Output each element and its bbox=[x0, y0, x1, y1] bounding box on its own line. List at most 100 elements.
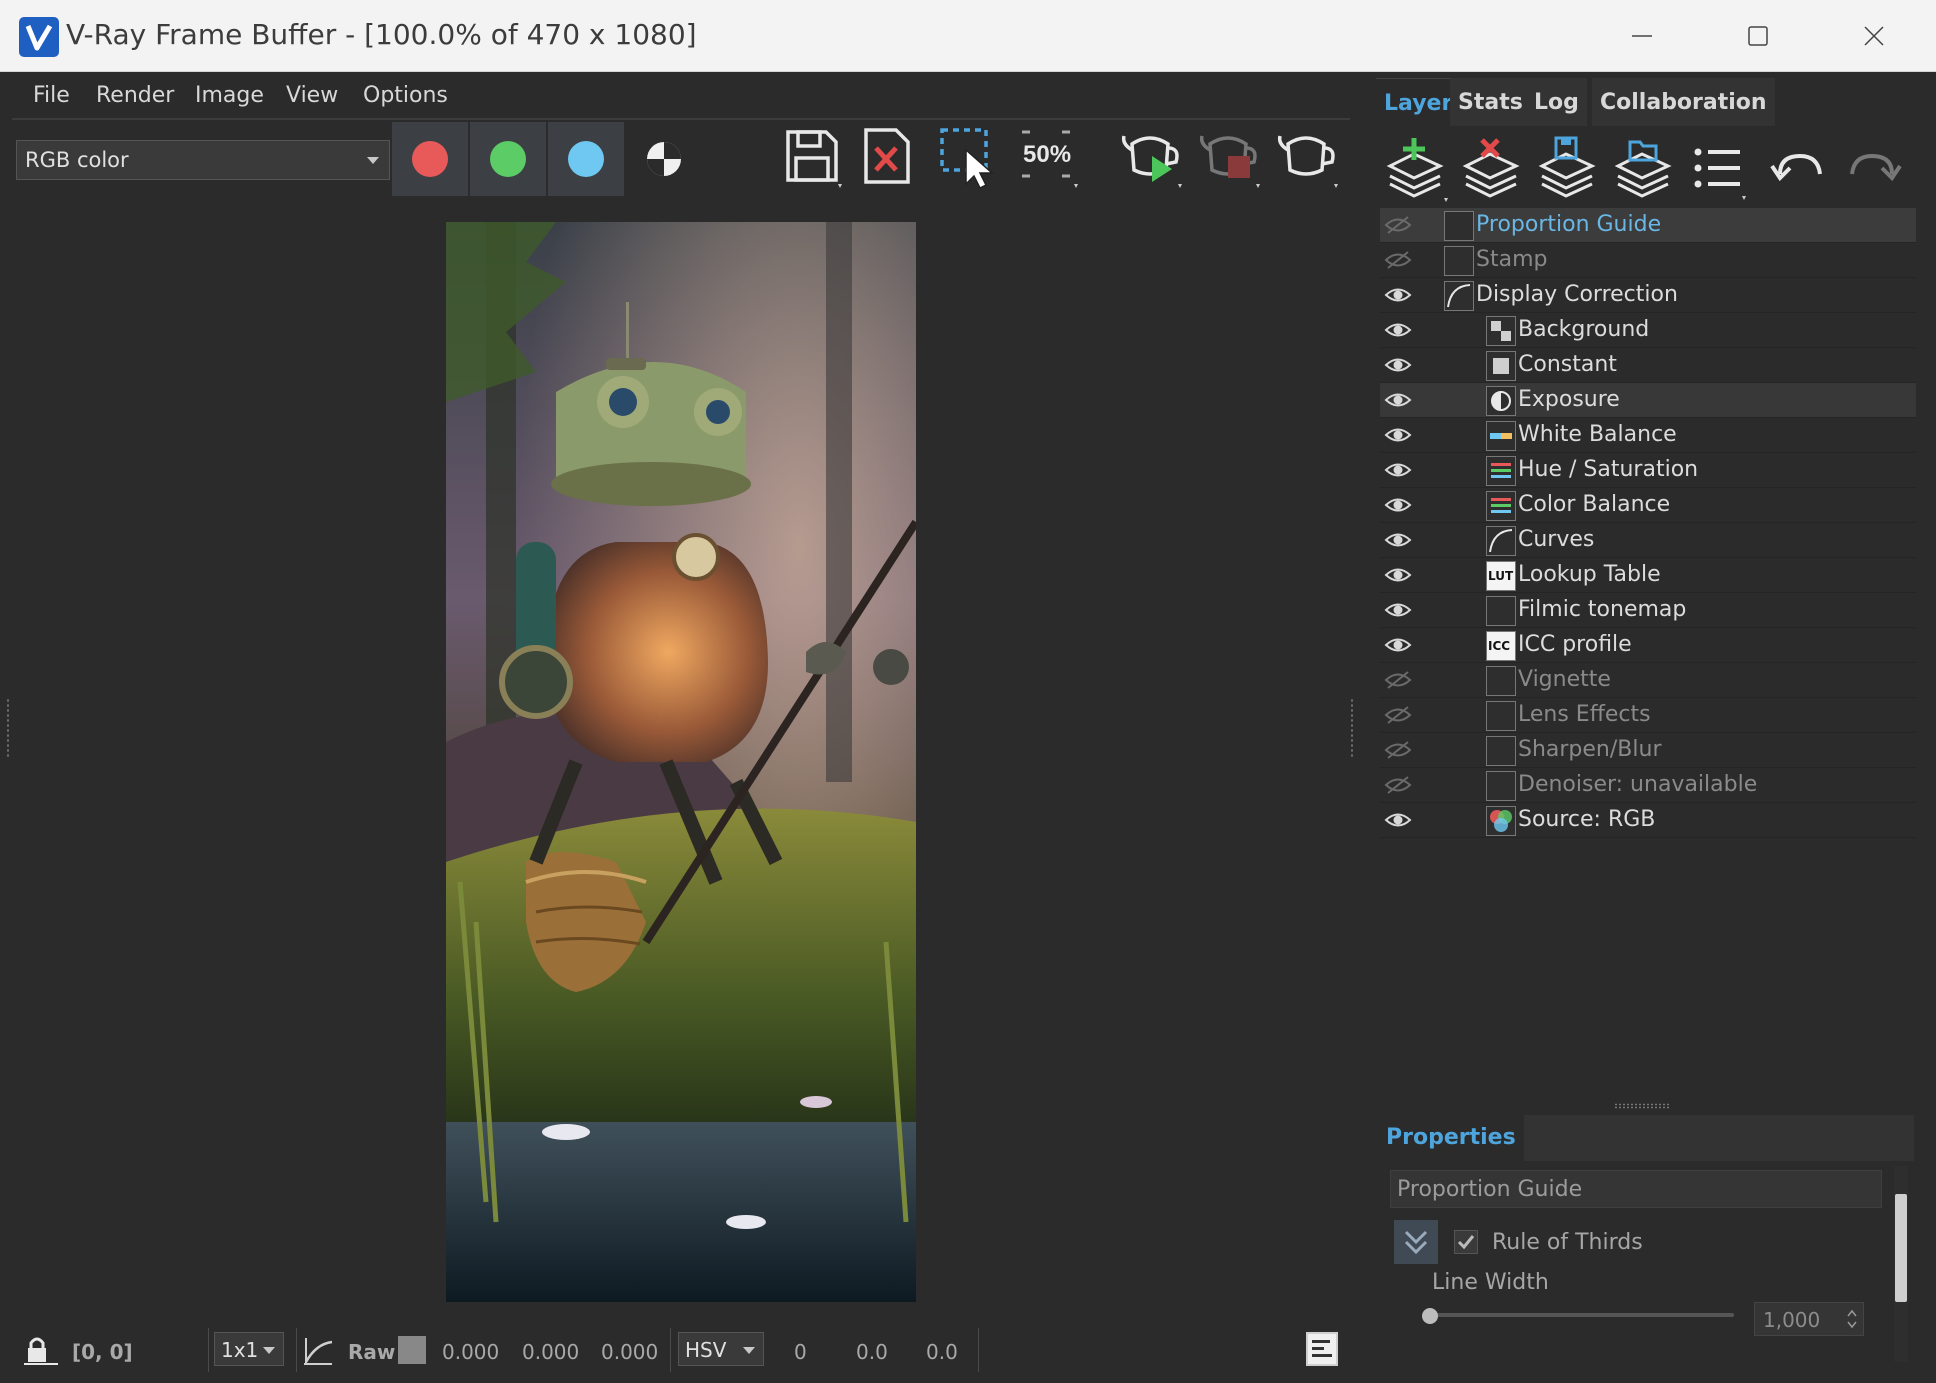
channel-dropdown[interactable]: RGB color bbox=[16, 140, 390, 180]
close-button[interactable] bbox=[1844, 14, 1904, 58]
properties-scrollbar[interactable] bbox=[1894, 1166, 1908, 1362]
panel-tabs: Layers Stats Log Collaboration bbox=[1374, 78, 1936, 126]
eye-icon[interactable] bbox=[1384, 529, 1412, 551]
maximize-button[interactable] bbox=[1728, 14, 1788, 58]
mono-channel-button[interactable] bbox=[626, 122, 702, 196]
slider-handle[interactable] bbox=[1422, 1308, 1438, 1324]
create-layer-button[interactable] bbox=[1384, 136, 1450, 204]
eye-hidden-icon[interactable] bbox=[1384, 774, 1412, 796]
eye-icon[interactable] bbox=[1384, 284, 1412, 306]
eye-icon[interactable] bbox=[1384, 424, 1412, 446]
eye-icon[interactable] bbox=[1384, 634, 1412, 656]
eye-icon[interactable] bbox=[1384, 459, 1412, 481]
proportion-guide-icon bbox=[1444, 211, 1474, 241]
layer-row[interactable]: Display Correction bbox=[1380, 278, 1916, 313]
line-width-slider[interactable] bbox=[1422, 1308, 1734, 1324]
tab-log[interactable]: Log bbox=[1526, 78, 1587, 126]
minimize-button[interactable] bbox=[1612, 14, 1672, 58]
properties-header: Properties bbox=[1378, 1115, 1914, 1161]
status-bar: [0, 0] 1x1 Raw 0.000 0.000 0.000 HSV 0 0… bbox=[4, 1322, 1354, 1377]
properties-tab[interactable]: Properties bbox=[1378, 1115, 1524, 1161]
tab-collaboration[interactable]: Collaboration bbox=[1592, 78, 1775, 126]
menu-render[interactable]: Render bbox=[96, 83, 174, 108]
clear-image-button[interactable] bbox=[856, 124, 922, 192]
layer-row[interactable]: Lens Effects bbox=[1380, 698, 1916, 733]
layer-row[interactable]: Hue / Saturation bbox=[1380, 453, 1916, 488]
layer-name: Filmic tonemap bbox=[1518, 597, 1687, 622]
redo-button[interactable] bbox=[1840, 136, 1906, 204]
vray-logo-icon bbox=[19, 17, 59, 57]
history-panel-icon[interactable] bbox=[1306, 1332, 1338, 1366]
eye-icon[interactable] bbox=[1384, 494, 1412, 516]
color-mode-dropdown[interactable]: HSV bbox=[678, 1332, 764, 1366]
layer-row[interactable]: Denoiser: unavailable bbox=[1380, 768, 1916, 803]
sampling-dropdown[interactable]: 1x1 bbox=[214, 1332, 284, 1366]
teapot-stop-icon bbox=[1199, 135, 1260, 188]
stop-render-button[interactable] bbox=[1198, 124, 1264, 192]
render-image[interactable] bbox=[446, 222, 916, 1302]
menu-options[interactable]: Options bbox=[363, 83, 448, 108]
green-dot-icon bbox=[490, 141, 526, 177]
eye-icon[interactable] bbox=[1384, 564, 1412, 586]
layer-row[interactable]: Filmic tonemap bbox=[1380, 593, 1916, 628]
left-edge-grip[interactable] bbox=[6, 698, 10, 758]
hue-saturation-icon bbox=[1486, 456, 1516, 486]
eye-icon[interactable] bbox=[1384, 389, 1412, 411]
red-channel-button[interactable] bbox=[392, 122, 468, 196]
line-width-value: 1,000 bbox=[1763, 1308, 1821, 1332]
save-layers-button[interactable] bbox=[1536, 136, 1602, 204]
splitter-grip[interactable] bbox=[1350, 698, 1354, 758]
layer-row[interactable]: Vignette bbox=[1380, 663, 1916, 698]
load-layers-button[interactable] bbox=[1612, 136, 1678, 204]
curve-icon[interactable] bbox=[302, 1336, 334, 1370]
green-channel-button[interactable] bbox=[470, 122, 546, 196]
layer-row[interactable]: Constant bbox=[1380, 348, 1916, 383]
eye-icon[interactable] bbox=[1384, 354, 1412, 376]
render-interactive-button[interactable] bbox=[1120, 124, 1186, 192]
layer-row[interactable]: Color Balance bbox=[1380, 488, 1916, 523]
menu-bar: File Render Image View Options bbox=[4, 72, 1354, 118]
layer-row[interactable]: Sharpen/Blur bbox=[1380, 733, 1916, 768]
layer-row[interactable]: Exposure bbox=[1380, 383, 1916, 418]
layer-row[interactable]: LUT Lookup Table bbox=[1380, 558, 1916, 593]
layer-row[interactable]: Background bbox=[1380, 313, 1916, 348]
chevron-down-icon bbox=[743, 1347, 755, 1354]
lut-icon: LUT bbox=[1486, 561, 1516, 591]
layer-presets-button[interactable] bbox=[1688, 136, 1754, 204]
layer-row[interactable]: ICC ICC profile bbox=[1380, 628, 1916, 663]
rule-of-thirds-checkbox[interactable] bbox=[1454, 1230, 1478, 1254]
chevron-down-icon bbox=[367, 157, 379, 164]
eye-icon[interactable] bbox=[1384, 319, 1412, 341]
layer-row[interactable]: Proportion Guide bbox=[1380, 208, 1916, 243]
undo-button[interactable] bbox=[1766, 136, 1832, 204]
layer-row[interactable]: Source: RGB bbox=[1380, 803, 1916, 838]
eye-hidden-icon[interactable] bbox=[1384, 249, 1412, 271]
eye-hidden-icon[interactable] bbox=[1384, 669, 1412, 691]
eye-icon[interactable] bbox=[1384, 809, 1412, 831]
tab-stats[interactable]: Stats bbox=[1450, 78, 1531, 126]
zoom-label: 50% bbox=[1023, 141, 1071, 168]
delete-layer-button[interactable] bbox=[1460, 136, 1526, 204]
layer-row[interactable]: Curves bbox=[1380, 523, 1916, 558]
eye-hidden-icon[interactable] bbox=[1384, 704, 1412, 726]
region-render-button[interactable] bbox=[936, 124, 1002, 192]
collapse-section-button[interactable] bbox=[1394, 1220, 1438, 1264]
save-image-button[interactable] bbox=[780, 124, 846, 192]
blue-channel-button[interactable] bbox=[548, 122, 624, 196]
render-button[interactable] bbox=[1276, 124, 1342, 192]
saturation-value: 0.0 bbox=[856, 1340, 888, 1364]
double-chevron-down-icon bbox=[1404, 1230, 1428, 1255]
eye-hidden-icon[interactable] bbox=[1384, 739, 1412, 761]
layer-row[interactable]: White Balance bbox=[1380, 418, 1916, 453]
eye-hidden-icon[interactable] bbox=[1384, 214, 1412, 236]
menu-file[interactable]: File bbox=[33, 83, 70, 108]
scrollbar-thumb[interactable] bbox=[1895, 1194, 1907, 1302]
layer-row[interactable]: Stamp bbox=[1380, 243, 1916, 278]
eye-icon[interactable] bbox=[1384, 599, 1412, 621]
line-width-spinbox[interactable]: 1,000 bbox=[1754, 1302, 1864, 1336]
lock-icon[interactable] bbox=[24, 1334, 58, 1370]
zoom-50-button[interactable]: 50% bbox=[1016, 124, 1082, 192]
panel-splitter[interactable] bbox=[1614, 1103, 1670, 1109]
menu-view[interactable]: View bbox=[286, 83, 338, 108]
menu-image[interactable]: Image bbox=[195, 83, 264, 108]
